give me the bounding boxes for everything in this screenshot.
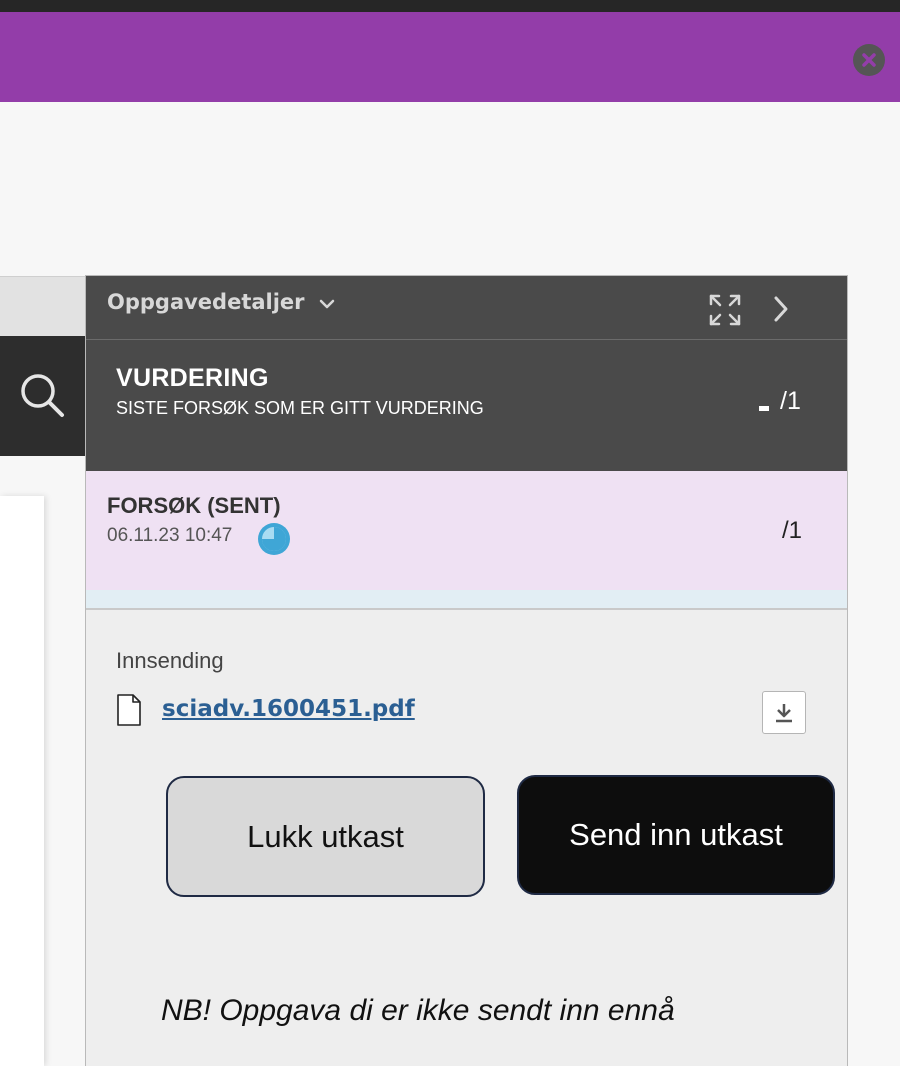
grade-subtitle: SISTE FORSØK SOM ER GITT VURDERING — [116, 398, 484, 418]
submission-notice: NB! Oppgava di er ikke sendt inn ennå — [161, 994, 675, 1027]
attempt-score: /1 — [782, 517, 803, 544]
panel-header: Oppgavedetaljer — [86, 276, 847, 340]
chevron-right-icon[interactable] — [770, 294, 792, 324]
file-icon — [117, 694, 141, 726]
download-button[interactable] — [762, 691, 806, 734]
panel-title[interactable]: Oppgavedetaljer — [107, 290, 305, 314]
grade-section: VURDERING SISTE FORSØK SOM ER GITT VURDE… — [86, 340, 847, 471]
separator — [86, 590, 847, 610]
document-preview — [0, 496, 44, 1066]
grade-score: /1 — [780, 387, 801, 415]
search-button[interactable] — [0, 336, 86, 456]
attempt-datetime: 06.11.23 10:47 — [107, 525, 233, 546]
close-icon[interactable] — [853, 44, 885, 76]
left-toolbar — [0, 276, 86, 336]
assignment-details-panel: Oppgavedetaljer VURDERING SISTE FORSØK S… — [85, 275, 848, 1066]
submission-label: Innsending — [116, 648, 224, 673]
submit-draft-button[interactable]: Send inn utkast — [517, 775, 835, 895]
search-icon — [21, 374, 64, 417]
attempt-title: FORSØK (SENT) — [107, 493, 281, 518]
download-icon — [776, 703, 792, 722]
attempt-row[interactable]: FORSØK (SENT) 06.11.23 10:47 /1 — [86, 471, 847, 590]
clock-icon — [258, 523, 290, 555]
close-draft-button[interactable]: Lukk utkast — [166, 776, 485, 897]
grade-empty-value — [759, 406, 769, 411]
grade-title: VURDERING — [116, 364, 269, 392]
header-bar — [0, 12, 900, 102]
file-link[interactable]: sciadv.1600451.pdf — [162, 696, 415, 722]
top-strip — [0, 0, 900, 12]
chevron-down-icon[interactable] — [319, 298, 335, 310]
expand-icon[interactable] — [708, 293, 742, 327]
